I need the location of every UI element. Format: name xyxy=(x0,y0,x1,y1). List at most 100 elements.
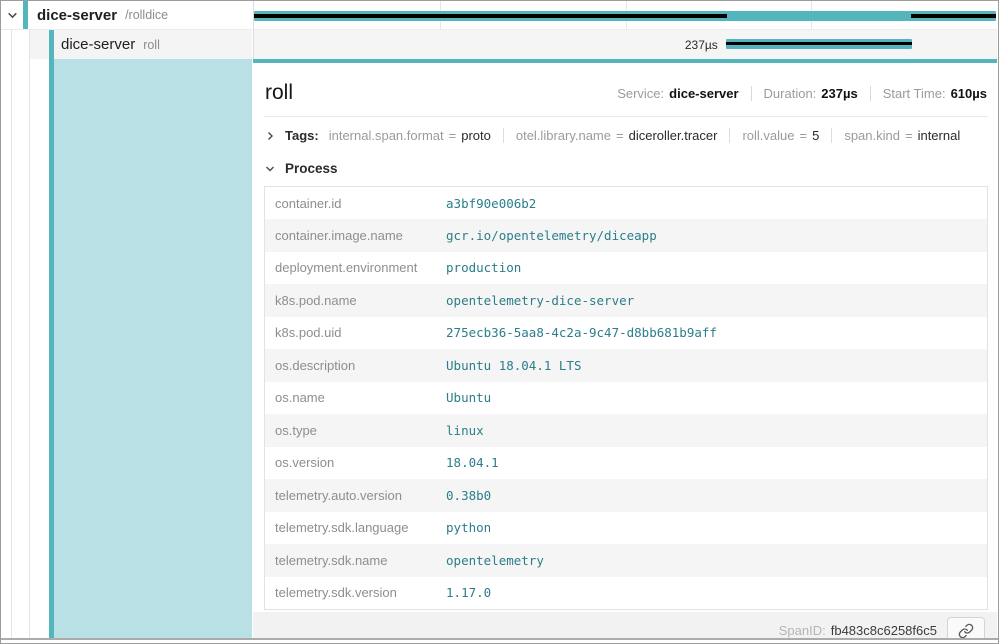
chevron-down-icon[interactable] xyxy=(1,9,23,22)
copy-link-button[interactable] xyxy=(947,617,985,639)
process-value: python xyxy=(438,512,987,545)
span-detail-footer: SpanID: fb483c8c6258f6c5 xyxy=(253,612,997,639)
process-value: opentelemetry xyxy=(438,544,987,577)
table-row: container.ida3bf90e006b2 xyxy=(265,187,988,220)
span-summary: Service: dice-server Duration: 237µs Sta… xyxy=(617,86,987,101)
chevron-down-icon xyxy=(264,163,276,175)
process-key: os.type xyxy=(265,414,439,447)
process-accordion-header[interactable]: Process xyxy=(253,148,997,183)
tag-value: 5 xyxy=(812,128,819,143)
equals-sign: = xyxy=(616,128,624,143)
table-row: os.nameUbuntu xyxy=(265,382,988,415)
process-value: Ubuntu xyxy=(438,382,987,415)
span-bar-rolldice[interactable] xyxy=(254,11,996,21)
span-duration-label: 237µs xyxy=(685,30,718,59)
service-value: dice-server xyxy=(669,86,738,101)
tag-item: otel.library.name = diceroller.tracer xyxy=(503,128,718,143)
tag-key: internal.span.format xyxy=(329,128,444,143)
span-bar-roll[interactable] xyxy=(726,39,912,49)
table-row: os.version18.04.1 xyxy=(265,447,988,480)
process-key: os.name xyxy=(265,382,439,415)
process-key: telemetry.sdk.name xyxy=(265,544,439,577)
critical-path-segment xyxy=(254,14,727,18)
equals-sign: = xyxy=(905,128,913,143)
process-key: k8s.pod.uid xyxy=(265,317,439,350)
process-key: os.description xyxy=(265,349,439,382)
spanid-label: SpanID: xyxy=(779,623,826,638)
tags-accordion-header[interactable]: Tags: internal.span.format = proto otel.… xyxy=(253,117,997,148)
start-time-value: 610µs xyxy=(951,86,987,101)
critical-path-segment xyxy=(726,42,912,46)
span-row-rolldice[interactable]: dice-server /rolldice xyxy=(1,1,252,30)
trace-timeline: 237µs xyxy=(253,1,997,59)
operation-name: /rolldice xyxy=(125,8,168,22)
table-row: k8s.pod.nameopentelemetry-dice-server xyxy=(265,284,988,317)
table-row: k8s.pod.uid275ecb36-5aa8-4c2a-9c47-d8bb6… xyxy=(265,317,988,350)
service-color-bar xyxy=(23,1,28,29)
table-row: telemetry.sdk.version1.17.0 xyxy=(265,577,988,610)
tag-item: span.kind = internal xyxy=(831,128,960,143)
service-label: Service: xyxy=(617,86,664,101)
tag-key: span.kind xyxy=(844,128,900,143)
link-icon xyxy=(958,623,974,639)
span-detail-panel: roll Service: dice-server Duration: 237µ… xyxy=(253,59,997,638)
span-detail-header: roll Service: dice-server Duration: 237µ… xyxy=(253,63,997,116)
service-name: dice-server xyxy=(61,36,135,53)
window-bottom-edge xyxy=(1,638,998,640)
process-label: Process xyxy=(285,161,338,176)
tag-item: roll.value = 5 xyxy=(729,128,819,143)
process-key: deployment.environment xyxy=(265,252,439,285)
tag-key: otel.library.name xyxy=(516,128,611,143)
process-value: a3bf90e006b2 xyxy=(438,187,987,220)
table-row: os.descriptionUbuntu 18.04.1 LTS xyxy=(265,349,988,382)
process-key: container.id xyxy=(265,187,439,220)
operation-name: roll xyxy=(143,38,160,52)
selected-span-highlight xyxy=(54,59,252,638)
critical-path-segment xyxy=(911,14,996,18)
separator xyxy=(870,86,871,101)
table-row: container.image.namegcr.io/opentelemetry… xyxy=(265,219,988,252)
process-value: production xyxy=(438,252,987,285)
tags-label: Tags: xyxy=(285,128,319,143)
jaeger-span-detail-view: dice-server /rolldice dice-server roll 2… xyxy=(0,0,999,644)
chevron-right-icon xyxy=(264,130,276,142)
process-value: opentelemetry-dice-server xyxy=(438,284,987,317)
table-row: deployment.environmentproduction xyxy=(265,252,988,285)
duration-value: 237µs xyxy=(821,86,857,101)
process-key: os.version xyxy=(265,447,439,480)
process-value: gcr.io/opentelemetry/diceapp xyxy=(438,219,987,252)
table-row: os.typelinux xyxy=(265,414,988,447)
process-value: Ubuntu 18.04.1 LTS xyxy=(438,349,987,382)
process-value: 1.17.0 xyxy=(438,577,987,610)
process-value: 275ecb36-5aa8-4c2a-9c47-d8bb681b9aff xyxy=(438,317,987,350)
process-key: telemetry.sdk.version xyxy=(265,577,439,610)
service-color-bar xyxy=(49,30,54,59)
span-operation-title: roll xyxy=(265,81,293,105)
indent-guide xyxy=(11,30,12,638)
equals-sign: = xyxy=(800,128,808,143)
process-key: telemetry.sdk.language xyxy=(265,512,439,545)
span-row-roll[interactable]: dice-server roll xyxy=(1,30,252,59)
spanid-value: fb483c8c6258f6c5 xyxy=(831,623,937,638)
service-name: dice-server xyxy=(37,7,117,24)
process-key: container.image.name xyxy=(265,219,439,252)
separator xyxy=(751,86,752,101)
table-row: telemetry.sdk.languagepython xyxy=(265,512,988,545)
tag-value: diceroller.tracer xyxy=(629,128,718,143)
tag-key: roll.value xyxy=(742,128,794,143)
process-value: linux xyxy=(438,414,987,447)
table-row: telemetry.auto.version0.38b0 xyxy=(265,479,988,512)
process-key-value-table: container.ida3bf90e006b2 container.image… xyxy=(264,186,988,610)
duration-label: Duration: xyxy=(764,86,817,101)
process-value: 0.38b0 xyxy=(438,479,987,512)
tag-item: internal.span.format = proto xyxy=(329,128,491,143)
process-key: telemetry.auto.version xyxy=(265,479,439,512)
tag-value: proto xyxy=(461,128,491,143)
process-key: k8s.pod.name xyxy=(265,284,439,317)
start-time-label: Start Time: xyxy=(883,86,946,101)
tag-value: internal xyxy=(918,128,961,143)
equals-sign: = xyxy=(449,128,457,143)
table-row: telemetry.sdk.nameopentelemetry xyxy=(265,544,988,577)
process-value: 18.04.1 xyxy=(438,447,987,480)
indent-guide xyxy=(29,30,30,638)
